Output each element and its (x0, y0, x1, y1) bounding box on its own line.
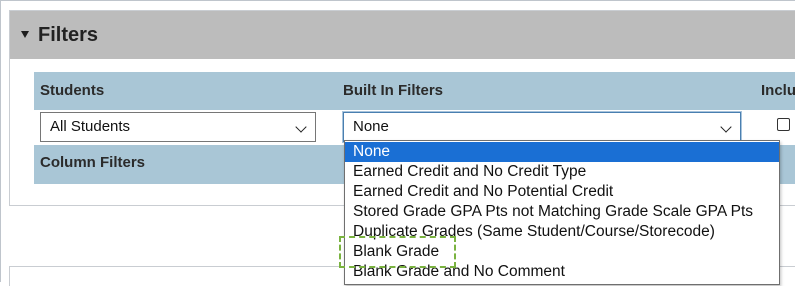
highlight-annotation-box (339, 236, 456, 268)
panel-title: Filters (38, 24, 99, 46)
dropdown-option[interactable]: Earned Credit and No Credit Type (345, 162, 779, 182)
chevron-down-icon (720, 121, 732, 133)
built-in-filters-column-header: Built In Filters (343, 82, 444, 99)
dropdown-option[interactable]: Earned Credit and No Potential Credit (345, 182, 779, 202)
include-checkbox[interactable] (777, 118, 790, 131)
column-filters-label: Column Filters (40, 154, 146, 171)
caret-down-icon[interactable] (21, 31, 29, 38)
built-in-filters-select-value: None (353, 118, 389, 135)
include-column-header: Inclu (761, 82, 795, 99)
filters-panel-header[interactable]: Filters (10, 11, 795, 59)
dropdown-option[interactable]: None (345, 142, 779, 162)
chevron-down-icon (295, 121, 307, 133)
built-in-filters-select[interactable]: None (343, 112, 741, 142)
students-select[interactable]: All Students (40, 112, 316, 142)
dropdown-option[interactable]: Stored Grade GPA Pts not Matching Grade … (345, 202, 779, 222)
students-select-value: All Students (50, 118, 131, 135)
students-column-header: Students (40, 82, 105, 99)
